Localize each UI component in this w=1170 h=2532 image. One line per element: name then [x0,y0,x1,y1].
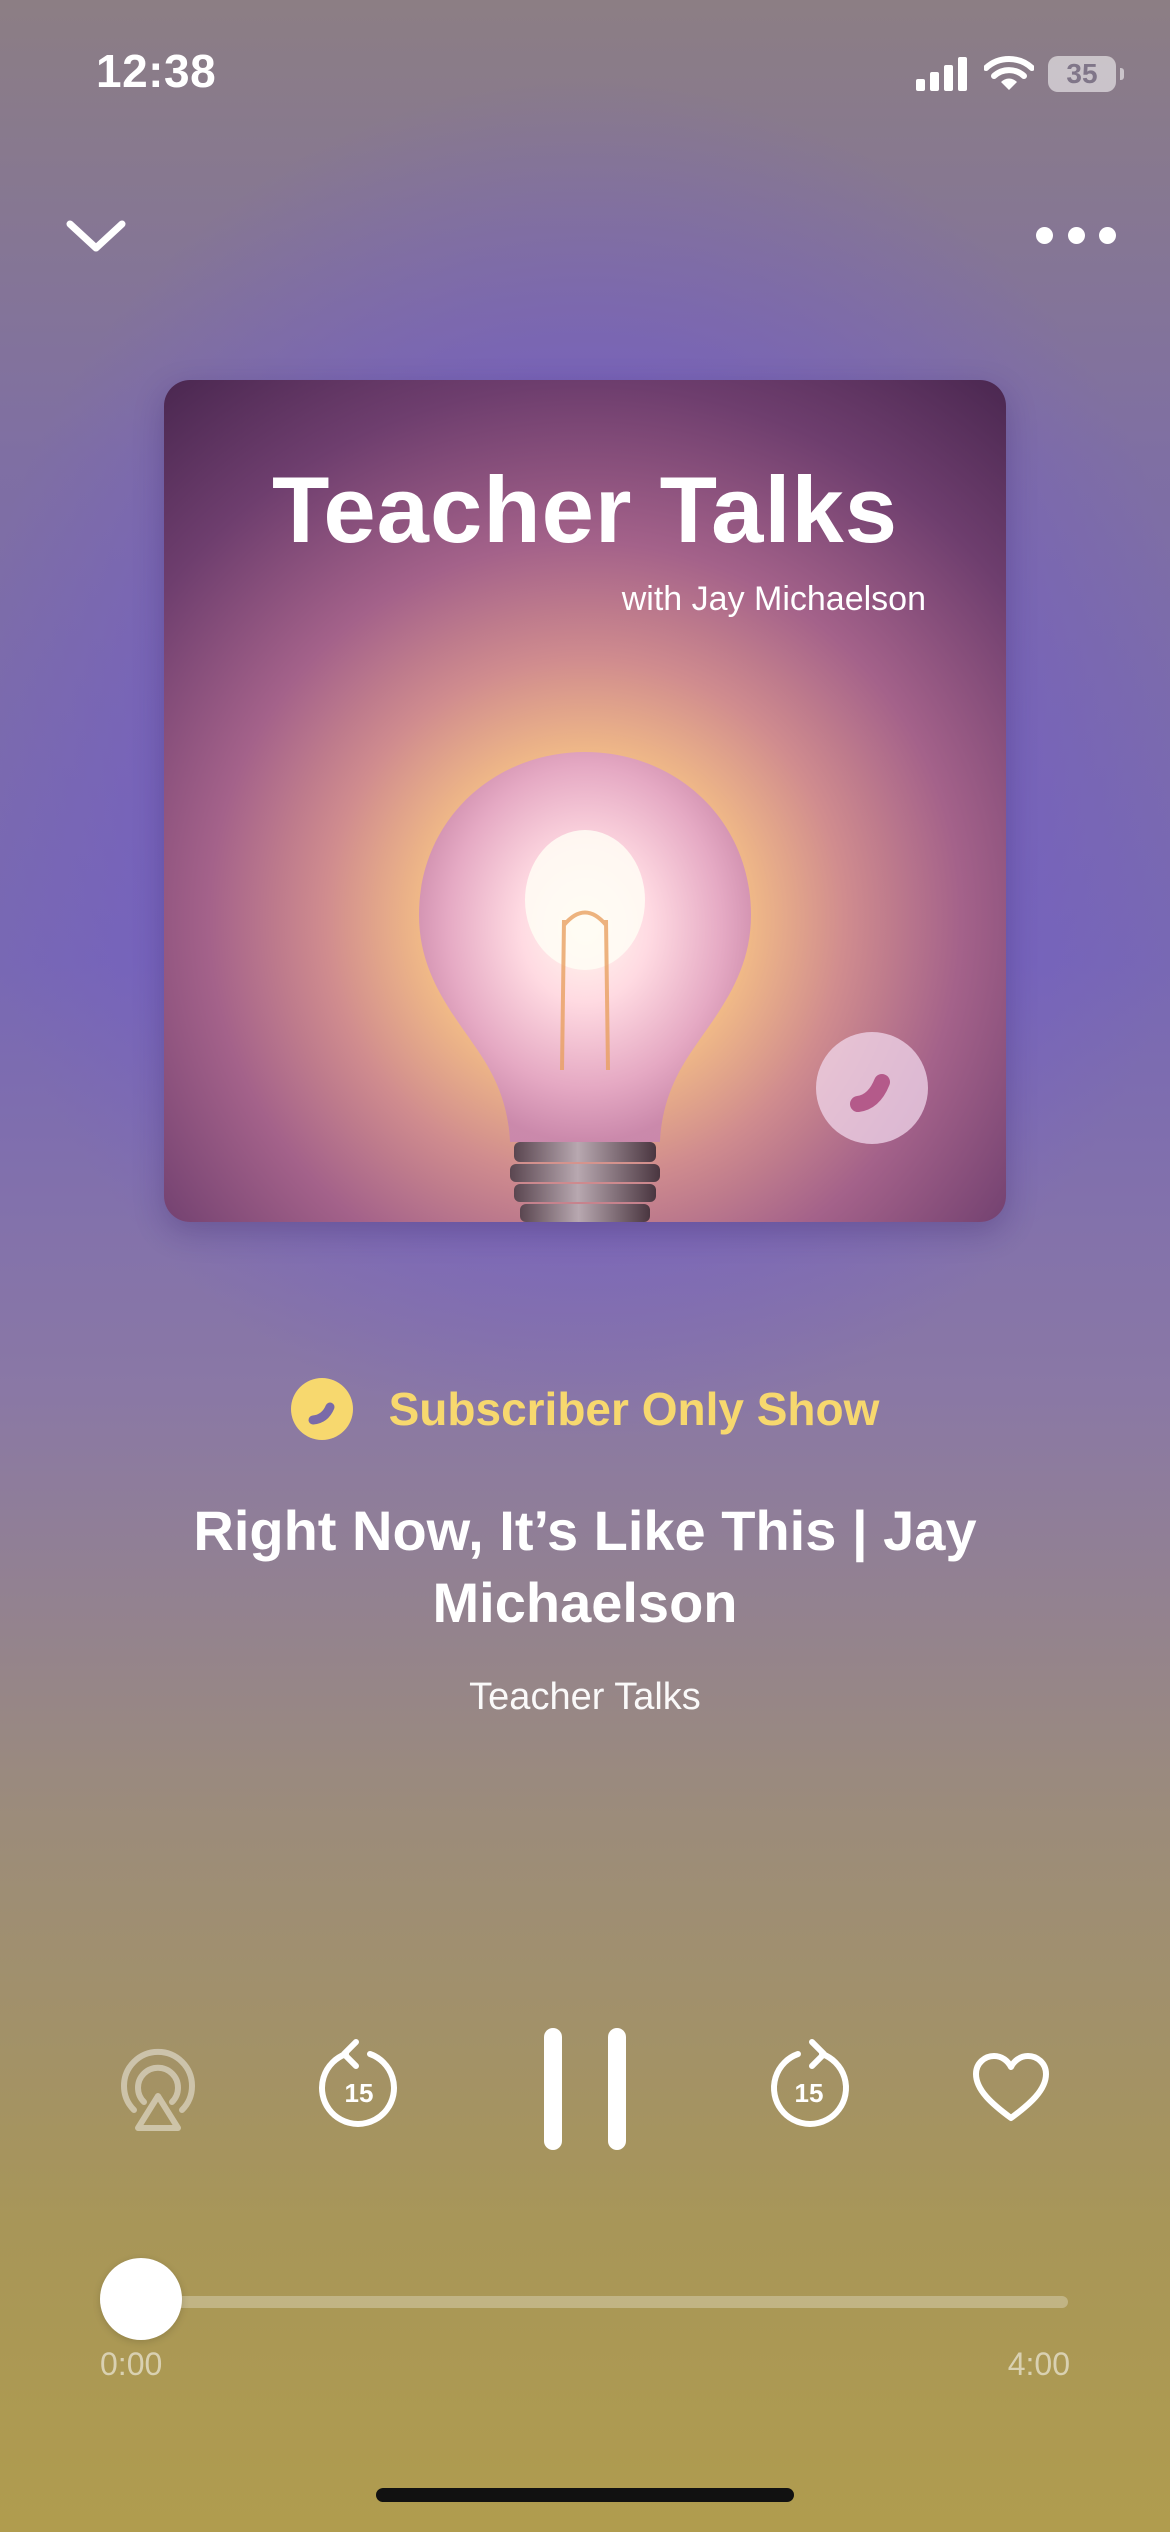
rewind-seconds: 15 [345,2078,374,2108]
total-time: 4:00 [1007,2346,1070,2382]
forward-15-icon: 15 [771,2039,849,2127]
cellular-signal-icon [916,57,967,91]
show-name[interactable]: Teacher Talks [0,1676,1170,1719]
forward-15-button[interactable]: 15 [766,2036,852,2132]
pause-button[interactable] [538,2026,632,2152]
status-icons: 35 [916,52,1124,96]
rewind-15-button[interactable]: 15 [316,2036,402,2132]
rewind-15-icon: 15 [319,2039,397,2127]
heart-icon [973,2053,1049,2121]
artwork-title: Teacher Talks [271,457,899,562]
like-button[interactable] [972,2052,1050,2124]
collapse-button[interactable] [60,208,132,264]
airplay-icon [121,2049,195,2131]
brand-badge-icon [290,1378,353,1440]
more-options-button[interactable] [1036,215,1116,255]
wifi-icon [984,56,1034,90]
airplay-button[interactable] [116,2048,200,2132]
progress-scrubber[interactable] [100,2258,182,2340]
elapsed-time: 0:00 [100,2346,163,2382]
home-indicator [376,2488,794,2502]
forward-seconds: 15 [795,2078,824,2108]
episode-title: Right Now, It’s Like This | Jay Michaels… [193,1499,977,1634]
subscriber-only-label: Subscriber Only Show [0,1378,1170,1440]
chevron-down-icon [66,220,126,252]
progress-track[interactable] [100,2296,1068,2308]
subscriber-only-text: Subscriber Only Show [388,1383,880,1435]
pause-icon [544,2028,626,2150]
artwork-subtitle: with Jay Michaelson [621,580,926,618]
battery-level: 35 [1066,58,1098,89]
battery-icon: 35 [1048,56,1124,92]
podcast-artwork: Teacher Talks with Jay Michaelson [164,380,1006,1222]
status-time: 12:38 [96,45,217,97]
brand-badge-icon [816,1032,928,1144]
ellipsis-icon [1036,226,1053,244]
